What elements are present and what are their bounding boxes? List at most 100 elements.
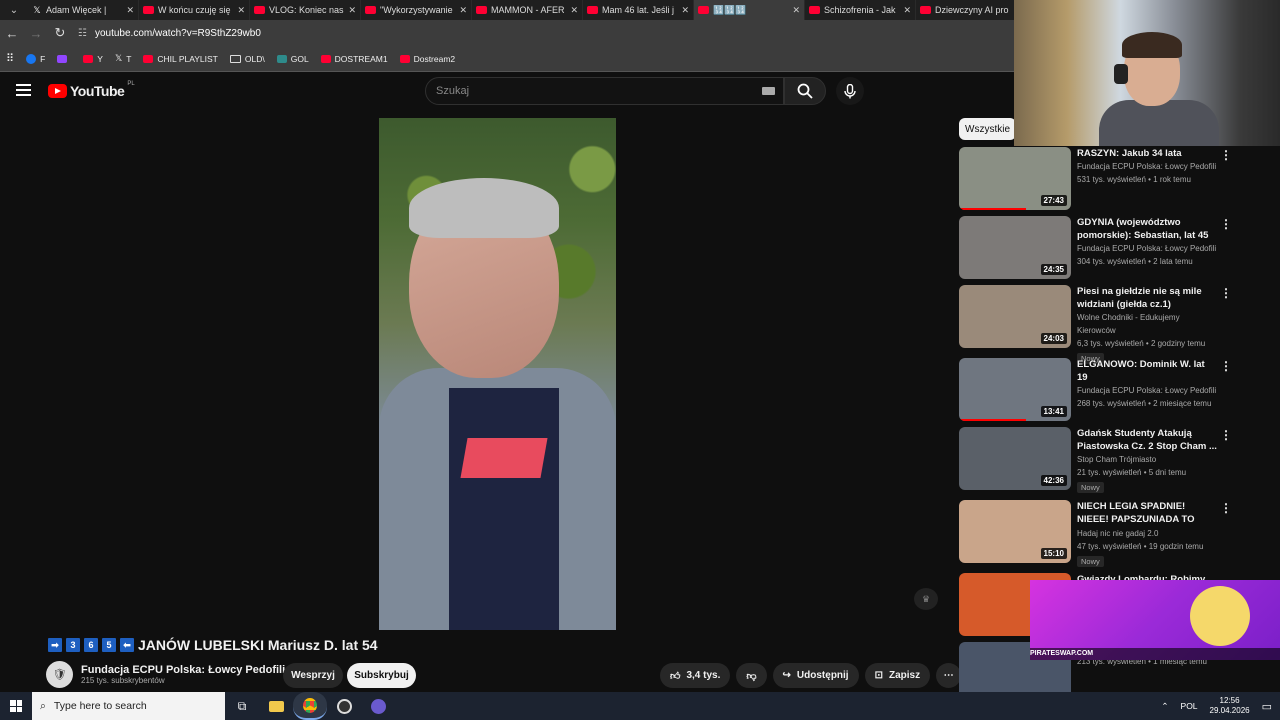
video-thumbnail[interactable]: 24:03 [959,285,1071,348]
video-player[interactable] [379,118,616,630]
task-view-button[interactable]: ⧉ [225,692,259,720]
video-title[interactable]: ELGANOWO: Dominik W. lat 19 [1077,358,1217,384]
bookmark-item[interactable]: 𝕏T [115,53,131,64]
share-button[interactable]: ↪ Udostępnij [772,663,859,688]
video-meta: 6,3 tys. wyświetleń • 2 godziny temu [1077,339,1206,348]
video-title[interactable]: Gdańsk Studenty Atakują Piastowska Cz. 2… [1077,427,1217,453]
search-button[interactable] [784,77,826,105]
video-info: GDYNIA (województwo pomorskie): Sebastia… [1077,216,1217,268]
close-icon[interactable]: ✕ [237,5,245,16]
more-vert-icon[interactable]: ⋮ [1220,502,1232,514]
bookmark-item[interactable]: GOL [276,53,309,64]
browser-tab[interactable]: 𝕏 Adam Więcek | ✕ [28,0,139,20]
browser-tab[interactable]: W końcu czuję się ✕ [139,0,250,20]
join-button[interactable]: Wesprzyj [283,663,343,688]
keyboard-icon[interactable] [762,87,775,95]
reload-button[interactable]: ↻ [48,25,72,41]
recommendation-item[interactable]: 42:36 Gdańsk Studenty Atakują Piastowska … [959,427,1259,493]
bookmark-item[interactable]: OLD\ [229,53,265,64]
close-icon[interactable]: ✕ [459,5,467,16]
bookmark-item[interactable] [57,53,71,64]
obs-button[interactable] [327,692,361,720]
like-button[interactable]: 👍︎ 3,4 tys. [660,663,731,688]
channel-name[interactable]: Stop Cham Trójmiasto [1077,453,1217,466]
channel-name[interactable]: Hadaj nic nie gadaj 2.0 [1077,527,1217,540]
video-thumbnail[interactable]: 27:43 [959,147,1071,210]
recommendation-item[interactable]: 24:03 Piesi na giełdzie nie są mile widzi… [959,285,1259,364]
url-field[interactable]: ☷ youtube.com/watch?v=R9SthZ29wb0 [78,28,261,39]
browser-tab[interactable]: Schizofrenia - Jak ✕ [805,0,916,20]
video-thumbnail[interactable]: 42:36 [959,427,1071,490]
bookmark-item[interactable]: Y [83,53,103,64]
more-vert-icon[interactable]: ⋮ [1220,218,1232,230]
tab-search-button[interactable]: ⌄ [0,0,28,20]
recommendation-item[interactable]: 27:43 RASZYN: Jakub 34 lata Fundacja ECPU … [959,147,1259,213]
bookmark-label: DOSTREAM1 [334,53,388,64]
channel-name[interactable]: Fundacja ECPU Polska: Łowcy Pedofili [81,664,285,676]
close-icon[interactable]: ✕ [126,5,134,16]
notifications-icon[interactable]: ▭ [1262,700,1272,713]
taskbar-search[interactable]: ⌕ Type here to search [32,692,225,720]
bookmark-item[interactable]: Dostream2 [399,53,455,64]
save-label: Zapisz [888,670,921,681]
file-explorer-button[interactable] [259,692,293,720]
browser-tab[interactable]: VLOG: Koniec nas ✕ [250,0,361,20]
site-info-icon[interactable]: ☷ [78,28,87,39]
recommendation-item[interactable]: 24:35 GDYNIA (województwo pomorskie): Seb… [959,216,1259,282]
search-input[interactable]: Szukaj [425,77,784,105]
more-vert-icon[interactable]: ⋮ [1220,360,1232,372]
start-button[interactable] [0,692,32,720]
chrome-button[interactable] [293,692,327,720]
app-button[interactable] [361,692,395,720]
more-vert-icon[interactable]: ⋮ [1220,429,1232,441]
video-thumbnail[interactable]: 15:10 [959,500,1071,563]
browser-tab[interactable]: Dziewczyny AI pro✕ [916,0,1027,20]
browser-tab[interactable]: MAMMON - AFER ✕ [472,0,583,20]
bookmark-item[interactable]: F [26,53,45,64]
filter-chip-all[interactable]: Wszystkie [959,118,1016,140]
voice-search-button[interactable] [836,77,864,105]
channel-watermark-icon[interactable]: ♛ [914,588,938,610]
close-icon[interactable]: ✕ [570,5,578,16]
bookmark-item[interactable]: CHIL PLAYLIST [143,53,218,64]
close-icon[interactable]: ✕ [792,5,800,16]
browser-tab[interactable]: 🔢🔢🔢 ✕ [694,0,805,20]
browser-tab[interactable]: "Wykorzystywanie ✕ [361,0,472,20]
browser-tab[interactable]: Mam 46 lat. Jeśli j ✕ [583,0,694,20]
more-vert-icon[interactable]: ⋮ [1220,287,1232,299]
dislike-button[interactable]: 👎︎ [736,663,767,688]
save-button[interactable]: ⊡ Zapisz [864,663,931,688]
subscribe-button[interactable]: Subskrybuj [347,663,416,688]
video-thumbnail[interactable]: 13:41 [959,358,1071,421]
video-title[interactable]: Piesi na giełdzie nie są mile widziani (… [1077,285,1217,311]
channel-name[interactable]: Fundacja ECPU Polska: Łowcy Pedofili [1077,160,1217,173]
channel-name[interactable]: Wolne Chodniki - Edukujemy Kierowców [1077,311,1217,337]
channel-name[interactable]: Fundacja ECPU Polska: Łowcy Pedofili [1077,242,1217,255]
more-actions-button[interactable]: ⋯ [936,663,962,688]
language-indicator[interactable]: POL [1181,701,1198,711]
video-title[interactable]: RASZYN: Jakub 34 lata [1077,147,1217,160]
recommendation-item[interactable]: 13:41 ELGANOWO: Dominik W. lat 19 Fundacja… [959,358,1259,424]
windows-icon [10,700,22,712]
channel-name[interactable]: Fundacja ECPU Polska: Łowcy Pedofili [1077,384,1217,397]
recommendation-item[interactable]: 15:10 NIECH LEGIA SPADNIE! NIEEE! PAPSZUN… [959,500,1259,567]
menu-icon[interactable] [16,84,31,96]
chevron-up-icon[interactable]: ⌃ [1161,701,1168,712]
more-vert-icon[interactable]: ⋮ [1220,149,1232,161]
back-button[interactable]: ← [0,26,24,41]
x-icon: 𝕏 [114,53,123,63]
close-icon[interactable]: ✕ [681,5,689,16]
forward-button[interactable]: → [24,26,48,41]
close-icon[interactable]: ✕ [348,5,356,16]
bookmark-item[interactable]: DOSTREAM1 [320,53,388,64]
apps-icon[interactable]: ⠿ [6,52,14,65]
video-thumbnail[interactable]: 24:35 [959,216,1071,279]
video-title[interactable]: GDYNIA (województwo pomorskie): Sebastia… [1077,216,1217,242]
new-badge: Nowy [1077,482,1104,493]
folder-icon [229,54,241,63]
close-icon[interactable]: ✕ [903,5,911,16]
channel-avatar[interactable]: 🛡 [46,661,73,688]
video-title[interactable]: NIECH LEGIA SPADNIE! NIEEE! PAPSZUNIADA … [1077,500,1217,527]
clock[interactable]: 12:56 29.04.2026 [1210,696,1250,716]
youtube-logo[interactable]: YouTube PL [48,81,135,99]
